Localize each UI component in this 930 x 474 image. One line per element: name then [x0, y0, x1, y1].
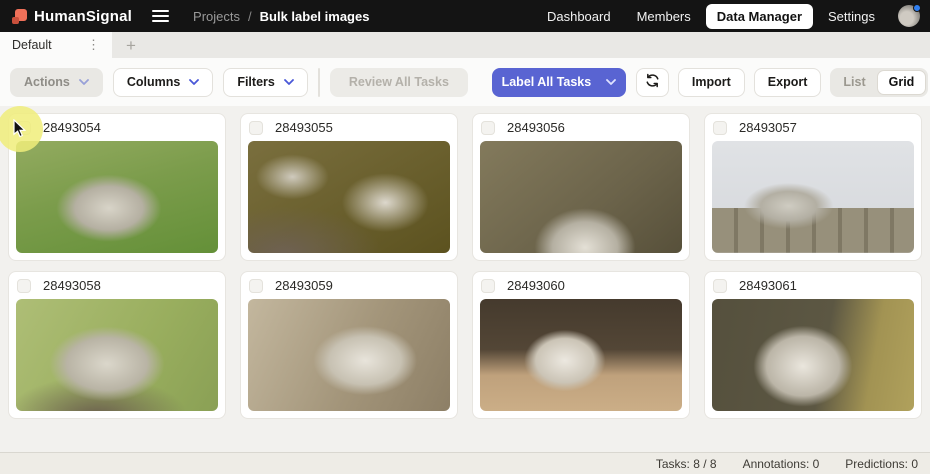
logo-text: HumanSignal	[34, 8, 132, 25]
tab-bar: Default ⋮ +	[0, 32, 930, 58]
humansignal-logo-icon	[12, 9, 27, 24]
chevron-down-icon	[284, 79, 294, 85]
task-card[interactable]: 28493054	[8, 113, 226, 261]
chevron-down-icon	[189, 79, 199, 85]
task-id: 28493057	[739, 120, 797, 135]
task-grid: 28493054 28493055 28493056 28493057 2849…	[0, 106, 930, 452]
columns-dropdown-button[interactable]: Columns	[113, 68, 213, 97]
task-card[interactable]: 28493061	[704, 271, 922, 419]
chevron-down-icon	[79, 79, 89, 85]
task-id: 28493059	[275, 278, 333, 293]
data-manager-app: HumanSignal Projects / Bulk label images…	[0, 0, 930, 474]
task-checkbox[interactable]	[481, 121, 495, 135]
add-tab-button[interactable]: +	[112, 32, 150, 58]
annotations-count: Annotations: 0	[743, 457, 820, 471]
task-checkbox[interactable]	[249, 279, 263, 293]
nav-members[interactable]: Members	[626, 4, 702, 29]
humansignal-logo[interactable]: HumanSignal	[12, 8, 132, 25]
task-image-opossum-peeking[interactable]	[480, 141, 682, 253]
task-checkbox[interactable]	[713, 121, 727, 135]
task-card[interactable]: 28493056	[472, 113, 690, 261]
view-grid-option[interactable]: Grid	[877, 70, 927, 95]
nav-data-manager[interactable]: Data Manager	[706, 4, 813, 29]
task-card[interactable]: 28493060	[472, 271, 690, 419]
top-bar: HumanSignal Projects / Bulk label images…	[0, 0, 930, 32]
import-button[interactable]: Import	[678, 68, 745, 97]
task-image-opossum-on-branch[interactable]	[248, 299, 450, 411]
task-checkbox[interactable]	[713, 279, 727, 293]
task-image-opossum-closeup[interactable]	[712, 299, 914, 411]
refresh-icon	[645, 73, 660, 91]
ordering-control[interactable]: not set	[318, 68, 320, 97]
task-id: 28493060	[507, 278, 565, 293]
task-checkbox[interactable]	[481, 279, 495, 293]
task-id: 28493061	[739, 278, 797, 293]
review-all-tasks-button[interactable]: Review All Tasks	[330, 68, 468, 97]
actions-dropdown-button[interactable]: Actions	[10, 68, 103, 97]
task-id: 28493055	[275, 120, 333, 135]
export-button[interactable]: Export	[754, 68, 822, 97]
task-checkbox[interactable]	[17, 121, 31, 135]
breadcrumb-separator: /	[248, 9, 252, 24]
online-status-dot	[913, 4, 921, 12]
task-card[interactable]: 28493059	[240, 271, 458, 419]
label-all-tasks-button[interactable]: Label All Tasks	[492, 68, 626, 97]
tasks-count: Tasks: 8 / 8	[656, 457, 717, 471]
predictions-count: Predictions: 0	[845, 457, 918, 471]
task-image-opossum-family-log[interactable]	[248, 141, 450, 253]
task-id: 28493056	[507, 120, 565, 135]
user-avatar[interactable]	[898, 5, 920, 27]
task-image-opossum-on-sand[interactable]	[480, 299, 682, 411]
nav-dashboard[interactable]: Dashboard	[536, 4, 622, 29]
filters-dropdown-button[interactable]: Filters	[223, 68, 308, 97]
task-card[interactable]: 28493057	[704, 113, 922, 261]
chevron-down-icon	[606, 79, 616, 85]
task-checkbox[interactable]	[249, 121, 263, 135]
breadcrumb-projects[interactable]: Projects	[193, 9, 240, 24]
task-checkbox[interactable]	[17, 279, 31, 293]
task-id: 28493054	[43, 120, 101, 135]
task-image-opossum-in-grass[interactable]	[16, 141, 218, 253]
task-image-opossum-with-babies[interactable]	[16, 299, 218, 411]
tab-options-kebab-icon[interactable]: ⋮	[83, 37, 104, 53]
task-card[interactable]: 28493058	[8, 271, 226, 419]
view-toggle: List Grid	[830, 68, 928, 97]
task-image-opossum-on-fence[interactable]	[712, 141, 914, 253]
nav-settings[interactable]: Settings	[817, 4, 886, 29]
status-bar: Tasks: 8 / 8 Annotations: 0 Predictions:…	[0, 452, 930, 474]
breadcrumb-current-page: Bulk label images	[260, 9, 370, 24]
hamburger-menu-icon[interactable]	[150, 6, 171, 26]
view-list-option[interactable]: List	[832, 70, 876, 95]
refresh-button[interactable]	[636, 68, 669, 97]
task-id: 28493058	[43, 278, 101, 293]
task-card[interactable]: 28493055	[240, 113, 458, 261]
toolbar: Actions Columns Filters not set Review A…	[0, 58, 930, 106]
tab-label: Default	[12, 38, 52, 52]
tab-default[interactable]: Default ⋮	[0, 32, 112, 58]
ordering-value: not set	[319, 69, 320, 96]
breadcrumb: Projects / Bulk label images	[193, 9, 369, 24]
